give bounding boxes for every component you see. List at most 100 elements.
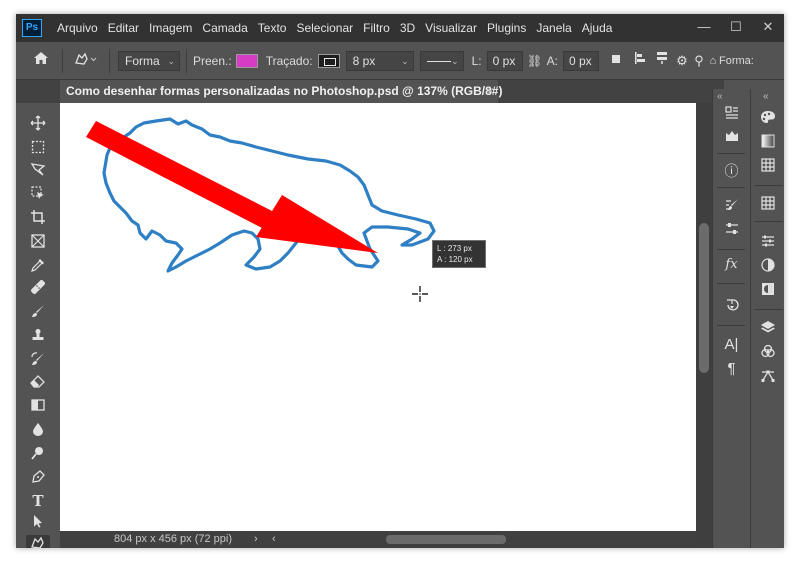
separator — [717, 325, 745, 326]
dodge-tool-icon[interactable] — [26, 445, 50, 465]
menu-texto[interactable]: Texto — [253, 21, 292, 35]
tool-mode-value: Forma — [125, 53, 160, 68]
scroll-left-arrow[interactable]: ‹ — [272, 531, 276, 548]
paragraph-panel-icon[interactable]: ¶ — [713, 359, 750, 379]
close-tab-button[interactable]: × — [487, 80, 494, 102]
separator — [755, 309, 783, 310]
menu-janela[interactable]: Janela — [531, 21, 576, 35]
separator — [755, 221, 783, 222]
shape-height-field[interactable]: 0 px — [562, 50, 599, 71]
menu-editar[interactable]: Editar — [103, 21, 144, 35]
vertical-scrollbar[interactable] — [696, 103, 712, 548]
brush-settings-panel-icon[interactable] — [713, 197, 750, 217]
gradients-panel-icon[interactable] — [751, 157, 784, 177]
stroke-type-dropdown[interactable]: ⌄ — [419, 50, 464, 71]
shape-picker-icon[interactable]: ⌂ — [707, 55, 719, 67]
path-selection-tool-icon[interactable] — [26, 513, 50, 533]
search-icon[interactable]: ⚲ — [691, 53, 707, 69]
settings-gear-icon[interactable]: ⚙ — [673, 53, 691, 69]
shape-width-field[interactable]: 0 px — [486, 50, 523, 71]
menu-visualizar[interactable]: Visualizar — [420, 21, 482, 35]
gradient-tool-icon[interactable] — [26, 397, 50, 417]
close-window-button[interactable]: ✕ — [752, 14, 784, 42]
menu-camada[interactable]: Camada — [197, 21, 252, 35]
character-panel-icon[interactable]: A| — [713, 335, 750, 355]
collapse-panels-icon[interactable]: « — [763, 91, 769, 102]
crosshair-cursor-icon — [412, 286, 428, 302]
object-select-tool-icon[interactable] — [26, 185, 50, 205]
clone-stamp-tool-icon[interactable] — [26, 327, 50, 347]
lasso-tool-icon[interactable] — [26, 161, 50, 181]
home-icon[interactable] — [26, 51, 56, 70]
patterns-panel-icon[interactable] — [751, 195, 784, 215]
document-tab-bar: Como desenhar formas personalizadas no P… — [16, 80, 724, 103]
menu-arquivo[interactable]: Arquivo — [52, 21, 103, 35]
pen-tool-icon[interactable] — [26, 469, 50, 489]
path-arrangement-icon[interactable] — [651, 51, 673, 70]
separator — [109, 48, 110, 73]
separator — [62, 48, 63, 73]
vertical-scroll-thumb[interactable] — [699, 223, 709, 373]
properties-panel-icon[interactable] — [713, 221, 750, 241]
channels-panel-icon[interactable] — [751, 343, 784, 363]
document-title: Como desenhar formas personalizadas no P… — [66, 84, 503, 98]
minimize-button[interactable]: — — [688, 14, 720, 42]
panel-dock-middle: « ⓘ fx A| ¶ — [712, 89, 750, 548]
document-canvas[interactable]: L : 273 px A : 120 px — [60, 103, 696, 531]
layers-panel-icon[interactable] — [751, 319, 784, 339]
masks-panel-icon[interactable] — [751, 281, 784, 301]
tool-mode-dropdown[interactable]: Forma ⌄ — [118, 50, 180, 71]
status-bar: 804 px x 456 px (72 ppi) › ‹ — [60, 531, 696, 548]
maximize-button[interactable]: ☐ — [720, 14, 752, 42]
path-operations-icon[interactable] — [603, 52, 629, 70]
custom-shape-tool-icon[interactable] — [26, 535, 50, 548]
width-label: L: — [471, 53, 482, 68]
fill-color-swatch[interactable] — [235, 53, 258, 68]
move-tool-icon[interactable] — [26, 115, 50, 135]
paths-panel-icon[interactable] — [751, 367, 784, 387]
adjustments-panel-icon[interactable] — [751, 233, 784, 253]
type-tool-icon[interactable]: T — [26, 491, 50, 511]
history-brush-tool-icon[interactable] — [26, 351, 50, 371]
measure-width: L : 273 px — [437, 244, 472, 253]
crop-tool-icon[interactable] — [26, 209, 50, 229]
document-tab[interactable]: Como desenhar formas personalizadas no P… — [60, 80, 502, 103]
separator — [717, 249, 745, 250]
info-panel-icon[interactable]: ⓘ — [713, 161, 750, 181]
styles-fx-panel-icon[interactable]: fx — [713, 255, 750, 275]
brush-tool-icon[interactable] — [26, 303, 50, 323]
hue-saturation-panel-icon[interactable] — [751, 257, 784, 277]
stroke-color-swatch[interactable] — [317, 53, 340, 68]
stroke-label: Traçado: — [265, 53, 313, 68]
link-icon[interactable]: ⛓ — [523, 54, 547, 68]
menu-imagem[interactable]: Imagem — [144, 21, 197, 35]
color-panel-icon[interactable] — [751, 109, 784, 129]
chevron-down-icon: ⌄ — [401, 55, 409, 66]
path-alignment-icon[interactable] — [629, 51, 651, 70]
menu-plugins[interactable]: Plugins — [482, 21, 531, 35]
eyedropper-tool-icon[interactable] — [26, 257, 50, 277]
horizontal-scroll-thumb[interactable] — [386, 535, 506, 544]
eraser-tool-icon[interactable] — [26, 373, 50, 393]
stroke-width-dropdown[interactable]: 8 px ⌄ — [345, 50, 414, 71]
healing-brush-tool-icon[interactable] — [26, 279, 50, 299]
custom-shape-outline — [102, 117, 436, 273]
actions-panel-icon[interactable] — [713, 127, 750, 147]
history-panel-icon[interactable] — [713, 105, 750, 125]
menu-filtro[interactable]: Filtro — [358, 21, 395, 35]
menu-3d[interactable]: 3D — [395, 21, 420, 35]
frame-tool-icon[interactable] — [26, 233, 50, 253]
shape-label: Forma: — [718, 54, 754, 67]
swatches-panel-icon[interactable] — [751, 133, 784, 153]
blur-tool-icon[interactable] — [26, 421, 50, 441]
custom-shape-preset-icon[interactable] — [69, 51, 103, 70]
collapse-panels-icon[interactable]: « — [717, 91, 723, 102]
menu-ajuda[interactable]: Ajuda — [577, 21, 618, 35]
photoshop-logo: Ps — [22, 19, 42, 37]
separator — [717, 153, 745, 154]
stroke-width-value: 8 px — [352, 53, 376, 68]
status-menu-arrow[interactable]: › — [254, 531, 258, 548]
menu-selecionar[interactable]: Selecionar — [291, 21, 358, 35]
marquee-tool-icon[interactable] — [26, 139, 50, 159]
timeline-panel-icon[interactable] — [713, 297, 750, 317]
